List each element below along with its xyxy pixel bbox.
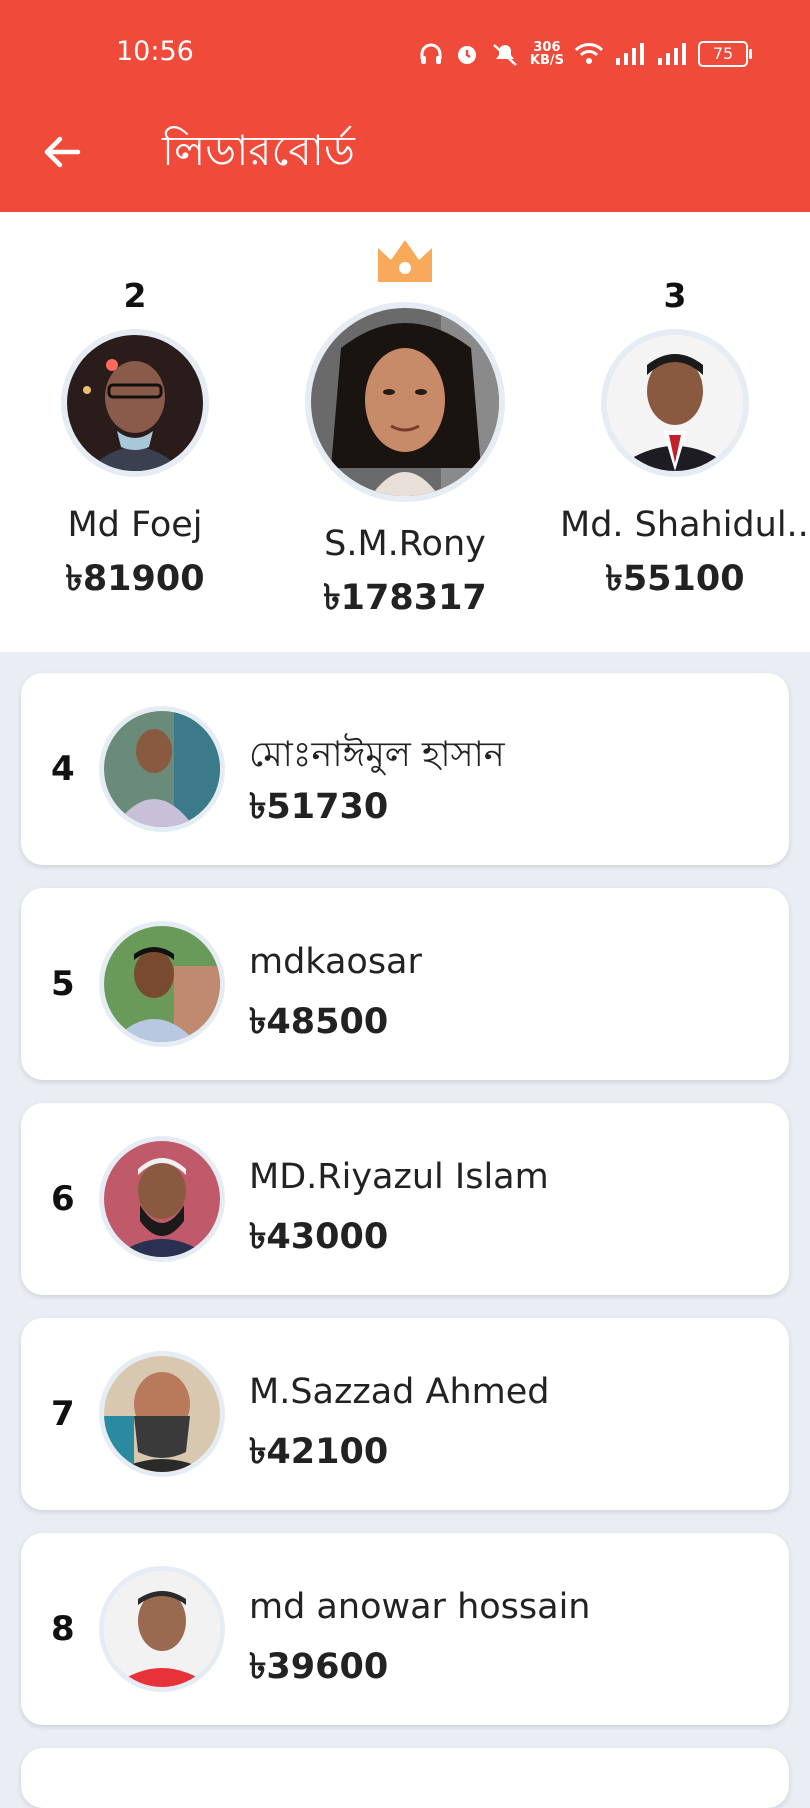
podium-first[interactable]: S.M.Rony ৳178317 [300, 302, 510, 629]
row-rank: 6 [51, 1179, 75, 1219]
row-rank: 5 [51, 964, 75, 1004]
row-amount: ৳42100 [249, 1432, 389, 1472]
podium-name: Md Foej [67, 505, 203, 545]
battery-icon: 75 [698, 41, 752, 67]
avatar [99, 1566, 225, 1692]
row-name: M.Sazzad Ahmed [249, 1372, 550, 1412]
avatar [601, 329, 749, 477]
podium-name: S.M.Rony [324, 524, 486, 564]
signal-icon [658, 43, 686, 65]
mute-icon [493, 44, 517, 66]
avatar [99, 1136, 225, 1262]
alarm-icon [457, 46, 476, 64]
podium-rank: 3 [663, 276, 687, 315]
leaderboard-row[interactable]: 6 MD.Riyazul Islam ৳43000 [21, 1103, 789, 1295]
row-name: MD.Riyazul Islam [249, 1157, 549, 1197]
row-amount: ৳48500 [249, 1002, 389, 1042]
row-name: md anowar hossain [249, 1587, 591, 1627]
avatar [99, 1351, 225, 1477]
crown-icon [376, 238, 434, 284]
avatar [61, 329, 209, 477]
wifi-icon [574, 43, 604, 64]
avatar [99, 706, 225, 832]
podium-rank: 2 [123, 276, 147, 315]
status-icons: 306 KB/S 75 [418, 36, 752, 72]
row-amount: ৳43000 [249, 1217, 389, 1257]
podium-amount: ৳178317 [323, 578, 487, 618]
arrow-left-icon[interactable] [38, 128, 86, 176]
net-speed: 306 KB/S [530, 41, 564, 67]
row-rank: 4 [51, 749, 75, 789]
app-bar: 10:56 306 KB/S 75 লিডারবোর্ড [0, 0, 810, 212]
leaderboard-row[interactable]: 5 mdkaosar ৳48500 [21, 888, 789, 1080]
signal-icon [616, 43, 644, 65]
podium-second[interactable]: 2 Md Foej ৳81900 [40, 276, 230, 610]
row-amount: ৳39600 [249, 1647, 389, 1687]
podium-third[interactable]: 3 Md. Shahidul.. ৳55100 [560, 276, 809, 610]
avatar [99, 921, 225, 1047]
leaderboard-row[interactable]: 4 মোঃনাঈমুল হাসান ৳51730 [21, 673, 789, 865]
leaderboard-row[interactable]: 8 md anowar hossain ৳39600 [21, 1533, 789, 1725]
page-title: লিডারবোর্ড [162, 126, 355, 175]
row-name: মোঃনাঈমুল হাসান [249, 735, 505, 775]
podium-amount: ৳81900 [65, 559, 205, 599]
podium-amount: ৳55100 [605, 559, 745, 599]
leaderboard-row-partial[interactable] [21, 1748, 789, 1808]
row-rank: 8 [51, 1609, 75, 1649]
status-time: 10:56 [116, 36, 194, 67]
leaderboard-row[interactable]: 7 M.Sazzad Ahmed ৳42100 [21, 1318, 789, 1510]
row-amount: ৳51730 [249, 787, 389, 827]
headphones-icon [420, 43, 442, 64]
net-speed-unit: KB/S [529, 53, 564, 68]
podium-name: Md. Shahidul.. [560, 505, 809, 545]
top-three-podium: 2 Md Foej ৳81900 S.M.Rony ৳178317 3 Md. … [0, 212, 810, 652]
row-rank: 7 [51, 1394, 75, 1434]
row-name: mdkaosar [249, 942, 422, 982]
avatar [305, 302, 505, 502]
